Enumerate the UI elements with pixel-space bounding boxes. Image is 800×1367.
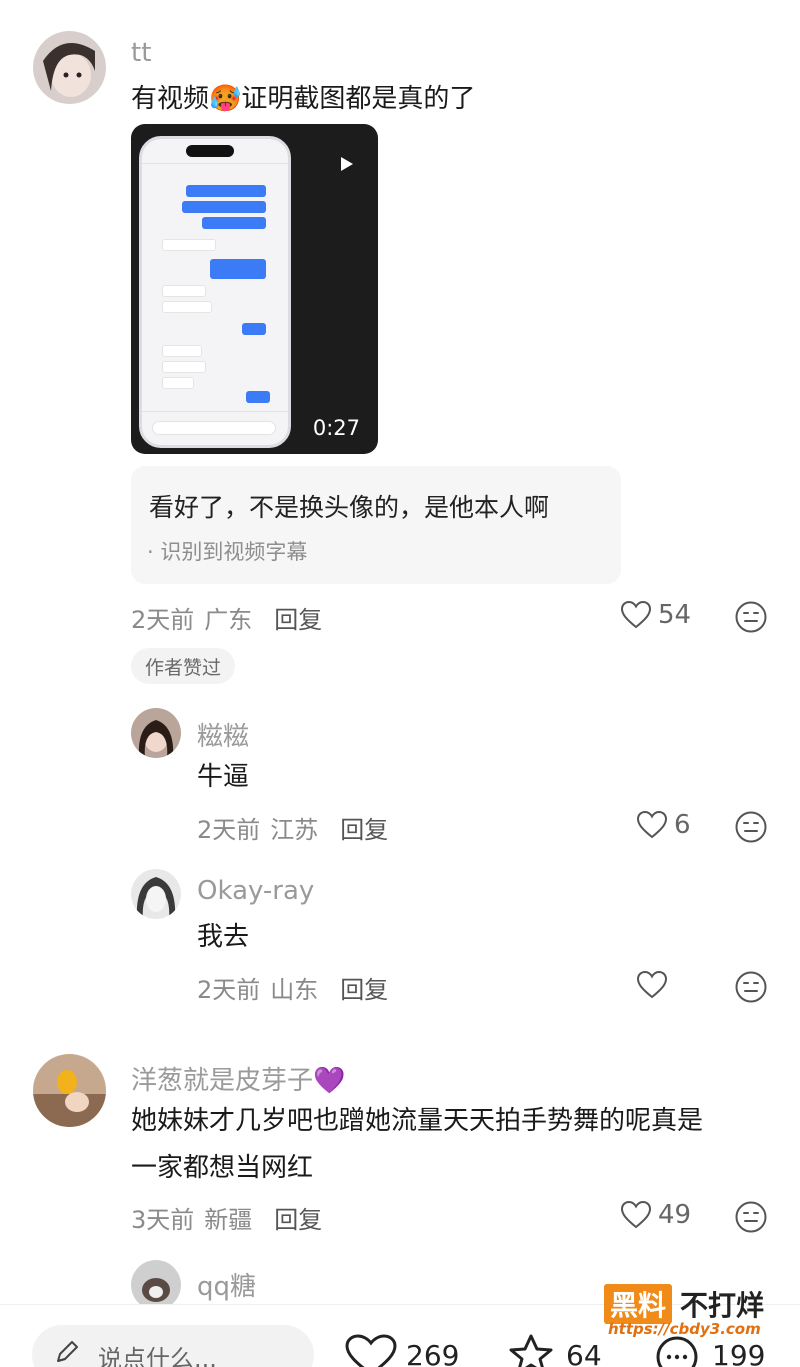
- subtitle-note: · 识别到视频字幕: [147, 540, 308, 564]
- comment-time: 2天前: [131, 606, 195, 634]
- comment-video[interactable]: 0:27: [131, 124, 378, 454]
- comment-text-line1: 她妹妹才几岁吧也蹭她流量天天拍手势舞的呢真是: [131, 1106, 704, 1136]
- comment-input-placeholder: 说点什么...: [98, 1345, 217, 1367]
- reply-button[interactable]: 回复: [340, 976, 388, 1004]
- emoji-reaction-icon[interactable]: [734, 1200, 768, 1234]
- comment-meta: 3天前 新疆 回复: [131, 1200, 322, 1235]
- comment-time: 3天前: [131, 1206, 195, 1234]
- star-icon: [509, 1334, 553, 1367]
- comment-input[interactable]: 说点什么...: [32, 1325, 314, 1367]
- play-icon[interactable]: [336, 154, 356, 174]
- comment-meta: 2天前 广东 回复: [131, 600, 322, 635]
- watermark-url: https://cbdy3.com: [608, 1320, 761, 1338]
- comment-username[interactable]: 洋葱就是皮芽子💜: [131, 1060, 345, 1097]
- like-count: 54: [658, 600, 692, 630]
- like-button[interactable]: 6: [636, 810, 691, 840]
- comment-text: 我去: [197, 922, 250, 952]
- like-count: 49: [658, 1200, 692, 1230]
- comment-location: 广东: [204, 606, 253, 634]
- avatar[interactable]: [131, 1260, 181, 1310]
- like-button[interactable]: 49: [620, 1200, 691, 1230]
- watermark: 黑料 不打烊 https://cbdy3.com: [604, 1282, 784, 1348]
- comment-meta: 2天前 山东 回复: [197, 970, 388, 1005]
- comment-location: 江苏: [270, 816, 319, 844]
- comment-location: 山东: [270, 976, 319, 1004]
- like-button[interactable]: 54: [620, 600, 691, 630]
- heart-icon: [620, 600, 652, 629]
- reply-button[interactable]: 回复: [274, 1206, 322, 1234]
- like-count: 6: [674, 810, 691, 840]
- pencil-icon: [57, 1341, 78, 1362]
- emoji-reaction-icon[interactable]: [734, 600, 768, 634]
- comment-text: 有视频🥵证明截图都是真的了: [131, 84, 476, 114]
- video-subtitle-text: 看好了，不是换头像的，是他本人啊: [149, 493, 550, 522]
- comment-username[interactable]: tt: [131, 38, 151, 68]
- like-button[interactable]: [636, 970, 674, 1000]
- comment-username[interactable]: qq糖: [197, 1266, 256, 1303]
- heart-icon: [620, 1200, 652, 1229]
- comment-text: 牛逼: [197, 762, 250, 792]
- heart-icon: [636, 970, 668, 999]
- heart-icon: [636, 810, 668, 839]
- post-like-button[interactable]: 269: [344, 1333, 459, 1367]
- author-liked-badge: 作者赞过: [131, 648, 236, 684]
- comment-text-line2: 一家都想当网红: [131, 1153, 314, 1183]
- video-subtitle-card: 看好了，不是换头像的，是他本人啊 · 识别到视频字幕: [131, 466, 621, 584]
- reply-button[interactable]: 回复: [340, 816, 388, 844]
- emoji-reaction-icon[interactable]: [734, 810, 768, 844]
- comment-username[interactable]: Okay-ray: [197, 876, 314, 906]
- favorite-button[interactable]: 64: [504, 1333, 602, 1367]
- comment-meta: 2天前 江苏 回复: [197, 810, 388, 845]
- reply-button[interactable]: 回复: [274, 606, 322, 634]
- avatar[interactable]: [33, 31, 106, 104]
- post-like-count: 269: [406, 1338, 460, 1367]
- avatar[interactable]: [33, 1054, 106, 1127]
- watermark-text: 不打烊: [680, 1289, 765, 1322]
- watermark-box-text: 黑料: [604, 1284, 673, 1324]
- avatar[interactable]: [131, 708, 181, 758]
- comment-time: 2天前: [197, 816, 261, 844]
- avatar[interactable]: [131, 869, 181, 919]
- heart-icon: [345, 1334, 397, 1367]
- favorite-count: 64: [566, 1338, 602, 1367]
- comment-time: 2天前: [197, 976, 261, 1004]
- video-duration: 0:27: [312, 416, 360, 440]
- emoji-reaction-icon[interactable]: [734, 970, 768, 1004]
- comment-username[interactable]: 糍糍: [197, 716, 249, 753]
- comment-location: 新疆: [204, 1206, 253, 1234]
- phone-screenshot: [139, 136, 291, 448]
